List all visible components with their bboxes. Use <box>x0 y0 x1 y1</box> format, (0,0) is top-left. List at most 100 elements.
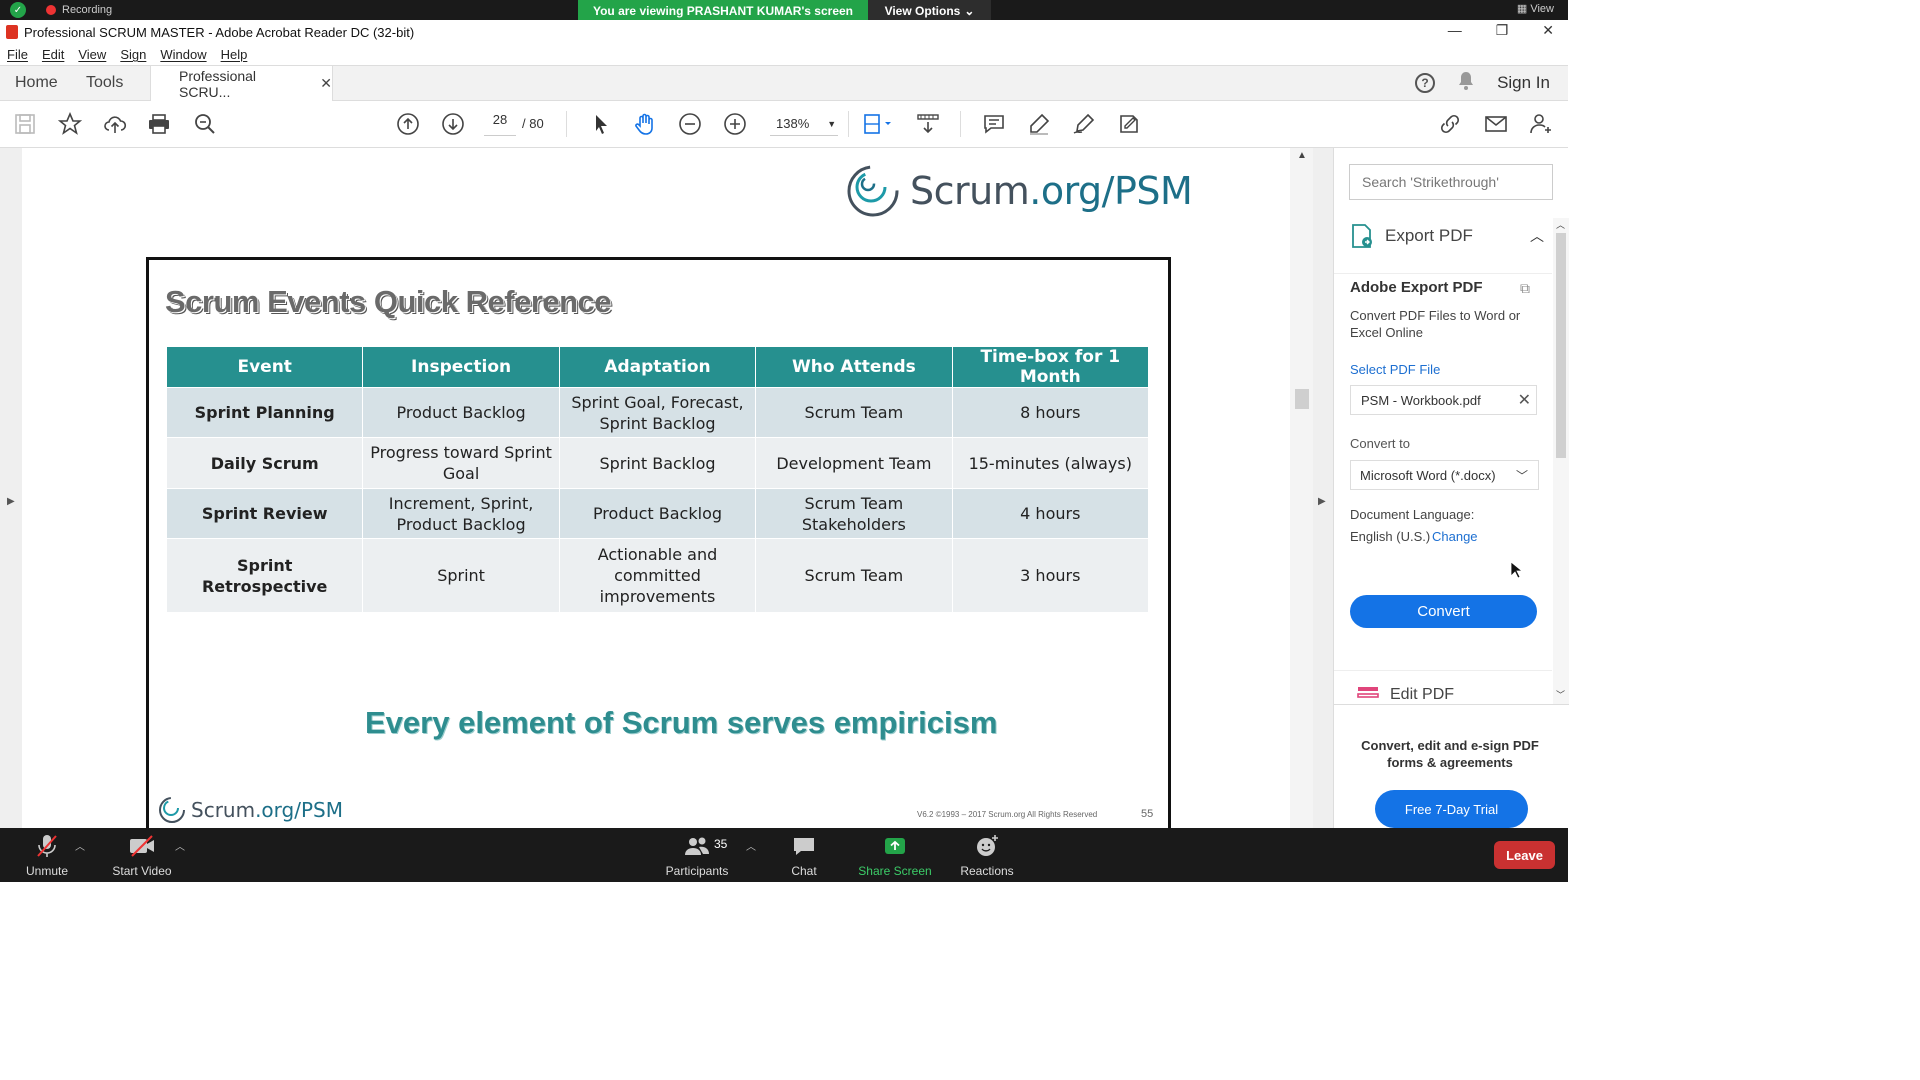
reactions-button[interactable]: Reactions <box>957 828 1017 882</box>
scrollbar-thumb[interactable] <box>1556 233 1566 458</box>
logo-text-small: Scrum.org/PSM <box>191 798 343 822</box>
close-window-icon[interactable]: ✕ <box>1542 22 1554 39</box>
select-arrow-icon[interactable] <box>588 111 614 137</box>
free-trial-button[interactable]: Free 7-Day Trial <box>1375 790 1528 828</box>
mouse-cursor-icon <box>1510 561 1524 584</box>
menu-edit[interactable]: Edit <box>42 47 64 62</box>
export-pdf-header[interactable]: Export PDF ︿ <box>1349 220 1544 252</box>
scrum-swirl-small-icon <box>159 797 185 823</box>
adobe-export-description: Convert PDF Files to Word or Excel Onlin… <box>1350 308 1521 340</box>
expand-left-icon[interactable]: ▶ <box>7 496 15 507</box>
viewing-banner: You are viewing PRASHANT KUMAR's screen <box>578 0 868 21</box>
scrollbar-thumb[interactable] <box>1295 389 1309 409</box>
format-select[interactable]: Microsoft Word (*.docx) ﹀ <box>1350 460 1539 490</box>
toolbar-divider <box>566 111 567 137</box>
table-cell: Daily Scrum <box>165 437 364 489</box>
document-scrollbar[interactable]: ▲ <box>1290 148 1313 828</box>
slide-number: 55 <box>1141 808 1154 820</box>
table-cell: Development Team <box>755 437 953 489</box>
tab-bar: Home Tools Professional SCRU... ✕ ? Sign… <box>0 65 1568 101</box>
copy-icon[interactable]: ⧉ <box>1520 280 1530 297</box>
chevron-up-icon[interactable]: ︿ <box>1530 226 1544 246</box>
chevron-down-icon: ﹀ <box>1515 469 1528 483</box>
tabbar-right-group: ? Sign In <box>1415 66 1550 100</box>
left-panel-toggle[interactable]: ▶ <box>0 148 22 828</box>
start-video-label: Start Video <box>112 864 172 878</box>
convert-to-label: Convert to <box>1350 436 1410 451</box>
leave-meeting-button[interactable]: Leave <box>1494 841 1555 869</box>
save-icon[interactable] <box>12 111 38 137</box>
zoom-view-button[interactable]: ▦ View <box>1517 2 1554 15</box>
share-link-icon[interactable] <box>1437 111 1463 137</box>
menu-help[interactable]: Help <box>221 47 248 62</box>
table-cell: Progress toward Sprint Goal <box>362 437 560 489</box>
zoom-out-icon[interactable] <box>677 111 703 137</box>
star-bookmark-icon[interactable] <box>57 111 83 137</box>
collapse-right-icon[interactable]: ▶ <box>1318 496 1326 507</box>
scroll-down-icon[interactable]: ﹀ <box>1556 688 1565 701</box>
scrolling-mode-icon[interactable] <box>915 111 941 137</box>
unmute-label: Unmute <box>25 864 69 878</box>
add-user-icon[interactable] <box>1528 111 1554 137</box>
scroll-up-icon[interactable]: ▲ <box>1297 150 1307 161</box>
cloud-upload-icon[interactable] <box>102 111 128 137</box>
email-icon[interactable] <box>1483 111 1509 137</box>
window-titlebar: Professional SCRUM MASTER - Adobe Acroba… <box>0 20 1568 44</box>
menu-view[interactable]: View <box>78 47 106 62</box>
unmute-button[interactable]: Unmute <box>18 828 76 882</box>
tab-tools[interactable]: Tools <box>86 66 123 100</box>
scroll-up-icon[interactable]: ︿ <box>1556 218 1565 231</box>
page-number-input[interactable]: 28 <box>484 112 516 136</box>
menu-window[interactable]: Window <box>160 47 206 62</box>
edit-pdf-icon <box>1357 687 1379 698</box>
video-options-caret-icon[interactable]: ︿ <box>175 838 185 853</box>
start-video-button[interactable]: Start Video <box>108 828 176 882</box>
clear-file-icon[interactable]: ✕ <box>1518 390 1531 410</box>
edit-pdf-tool[interactable]: Edit PDF <box>1356 684 1454 706</box>
change-language-link[interactable]: Change <box>1432 529 1478 544</box>
header-event: Event <box>165 346 364 388</box>
share-screen-button[interactable]: Share Screen <box>856 828 934 882</box>
select-pdf-link[interactable]: Select PDF File <box>1350 362 1440 377</box>
zoom-in-icon[interactable] <box>722 111 748 137</box>
window-controls: — ❐ ✕ <box>1448 22 1554 39</box>
page-display-icon[interactable] <box>860 111 896 137</box>
menu-sign[interactable]: Sign <box>120 47 146 62</box>
tools-search-input[interactable]: Search 'Strikethrough' <box>1349 164 1553 200</box>
next-page-icon[interactable] <box>440 111 466 137</box>
menu-file[interactable]: File <box>7 47 28 62</box>
highlight-pen-icon[interactable] <box>1026 111 1052 137</box>
document-area: ▶ Scrum.org/PSM Scrum Events Quick Refer… <box>0 148 1333 847</box>
notifications-bell-icon[interactable] <box>1457 71 1475 96</box>
selected-file-field[interactable]: PSM - Workbook.pdf ✕ <box>1350 385 1537 415</box>
view-options-button[interactable]: View Options ⌄ <box>868 0 991 21</box>
audio-options-caret-icon[interactable]: ︿ <box>75 838 85 853</box>
page-total-label: / 80 <box>522 116 544 131</box>
print-icon[interactable] <box>146 111 172 137</box>
comment-icon[interactable] <box>981 111 1007 137</box>
participants-caret-icon[interactable]: ︿ <box>746 838 756 853</box>
chat-button[interactable]: Chat <box>786 828 822 882</box>
table-cell: Product Backlog <box>362 387 560 438</box>
search-zoom-icon[interactable] <box>192 111 218 137</box>
close-tab-icon[interactable]: ✕ <box>320 75 332 92</box>
restore-icon[interactable]: ❐ <box>1496 22 1509 39</box>
sign-in-button[interactable]: Sign In <box>1497 73 1550 93</box>
tools-pane-scrollbar[interactable]: ︿ ﹀ <box>1553 218 1569 704</box>
previous-page-icon[interactable] <box>395 111 421 137</box>
tools-pane: Search 'Strikethrough' Export PDF ︿ Adob… <box>1333 148 1569 828</box>
zoom-level-select[interactable]: 138% ▼ <box>770 112 838 136</box>
minimize-icon[interactable]: — <box>1448 22 1462 39</box>
participants-icon <box>683 834 711 858</box>
right-panel-toggle[interactable]: ▶ <box>1313 148 1333 828</box>
file-name: PSM - Workbook.pdf <box>1361 392 1481 408</box>
hand-tool-icon[interactable] <box>632 111 658 137</box>
fill-sign-icon[interactable] <box>1116 111 1142 137</box>
tab-document[interactable]: Professional SCRU... ✕ <box>150 66 333 101</box>
security-shield-icon[interactable]: ✓ <box>10 2 26 18</box>
tab-home[interactable]: Home <box>15 66 58 100</box>
draw-sign-icon[interactable] <box>1071 111 1097 137</box>
participants-label: Participants <box>665 864 729 878</box>
help-icon[interactable]: ? <box>1415 73 1436 93</box>
convert-button[interactable]: Convert <box>1350 595 1537 628</box>
